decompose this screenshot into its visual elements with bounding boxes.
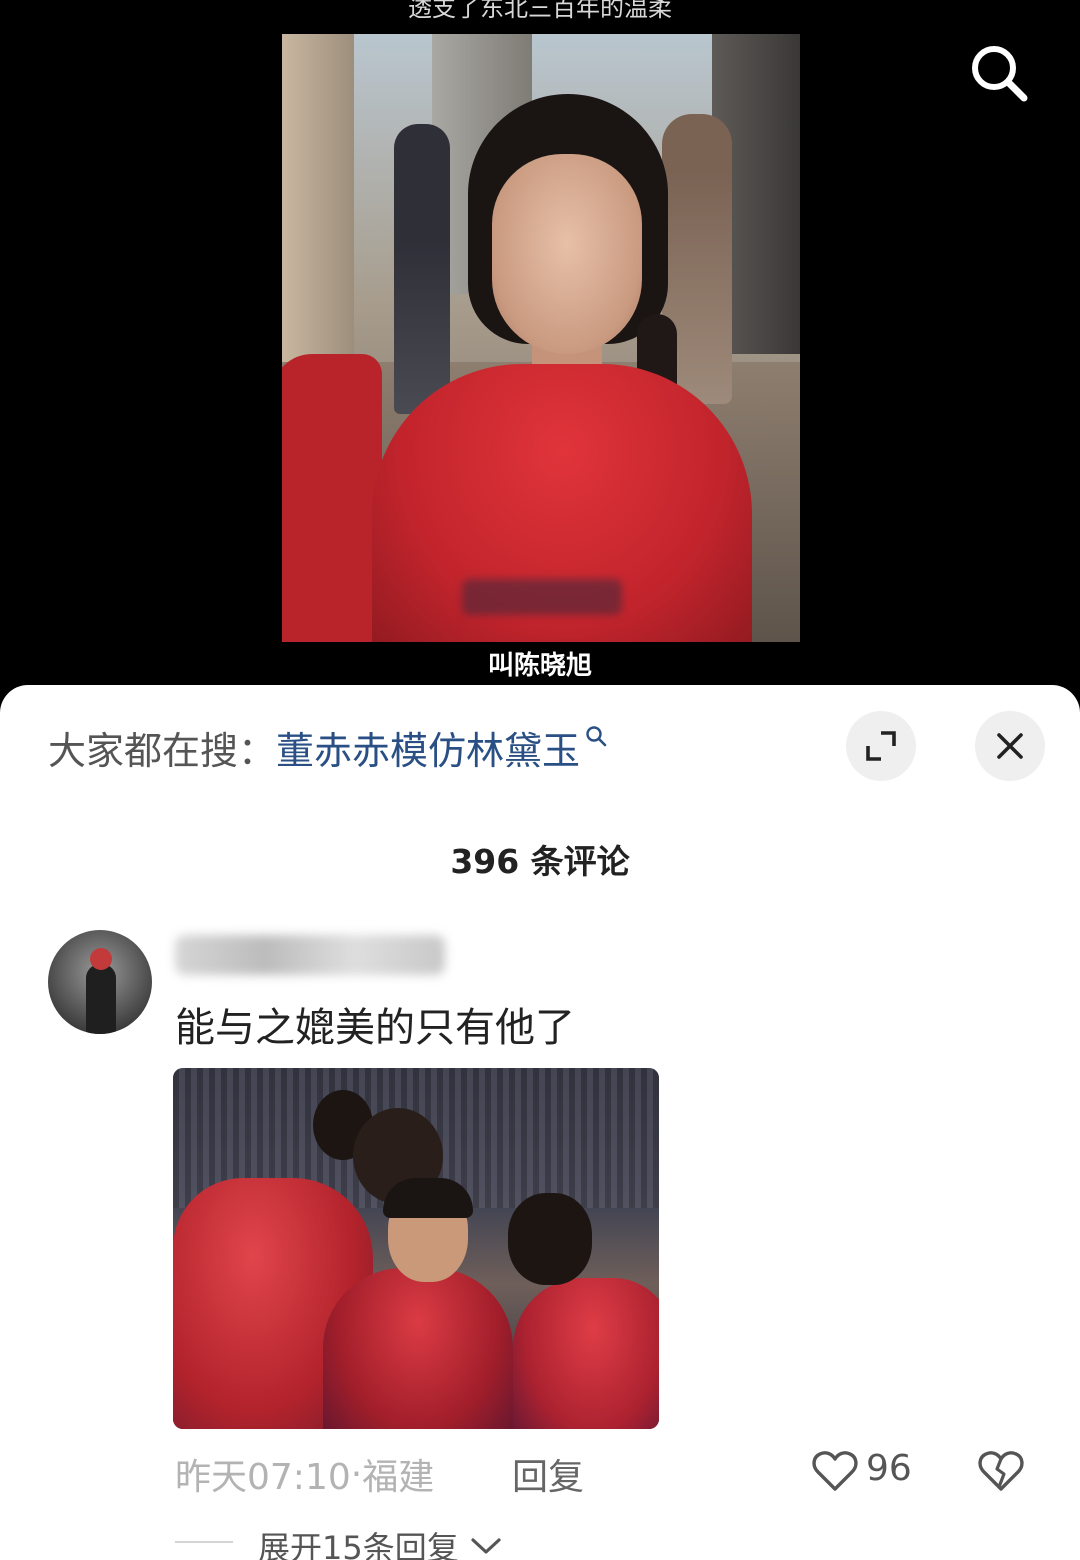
divider-line [175, 1541, 233, 1543]
image-player-hair [383, 1178, 473, 1218]
mini-search-icon [586, 726, 607, 747]
comment-location: 福建 [362, 1457, 435, 1498]
background-pillar [282, 34, 354, 374]
comment-text: 能与之媲美的只有他了 [175, 1005, 575, 1051]
image-player [323, 1268, 513, 1429]
trending-search[interactable]: 大家都在搜： 董赤赤模仿林黛玉 [48, 721, 608, 773]
chevron-down-icon [471, 1538, 501, 1554]
username-blurred[interactable] [175, 935, 445, 975]
close-icon [997, 733, 1023, 759]
comment-image[interactable] [173, 1068, 659, 1429]
blurred-watermark [462, 579, 622, 615]
background-person [394, 124, 450, 414]
expand-replies-button[interactable]: 展开15条回复 [258, 1523, 503, 1560]
expand-icon [866, 731, 896, 761]
comment-time: 昨天07:10 [175, 1457, 351, 1498]
meta-separator: · [350, 1453, 363, 1495]
comment-meta: 昨天07:10 · 福建 [175, 1448, 434, 1500]
avatar[interactable] [48, 930, 152, 1034]
expand-replies-label: 展开15条回复 [258, 1529, 459, 1560]
reply-button[interactable]: 回复 [512, 1448, 584, 1500]
heart-icon[interactable] [812, 1449, 858, 1493]
video-frame[interactable] [282, 34, 800, 642]
avatar-figure-head [90, 948, 112, 970]
trending-prefix: 大家都在搜： [48, 728, 277, 773]
video-top-caption: 透支了东北三百年的温柔 [408, 0, 672, 22]
image-player [513, 1278, 659, 1429]
like-count: 96 [866, 1448, 912, 1489]
woman-face [492, 154, 642, 354]
image-player-head [508, 1193, 592, 1285]
video-subtitle: 叫陈晓旭 [487, 651, 592, 681]
broken-heart-icon[interactable] [978, 1449, 1024, 1493]
expand-button[interactable] [846, 711, 916, 781]
comment-count: 396 条评论 [450, 842, 630, 881]
search-icon[interactable] [966, 40, 1030, 104]
close-button[interactable] [975, 711, 1045, 781]
video-player[interactable]: 透支了东北三百年的温柔 叫陈晓旭 [0, 0, 1080, 700]
trending-term-link[interactable]: 董赤赤模仿林黛玉 [276, 720, 580, 775]
comments-sheet: 大家都在搜： 董赤赤模仿林黛玉 396 条评论 能与之媲美的只有他了 昨天07:… [0, 685, 1080, 1560]
avatar-figure [86, 964, 116, 1034]
foreground-red-figure [282, 354, 382, 642]
